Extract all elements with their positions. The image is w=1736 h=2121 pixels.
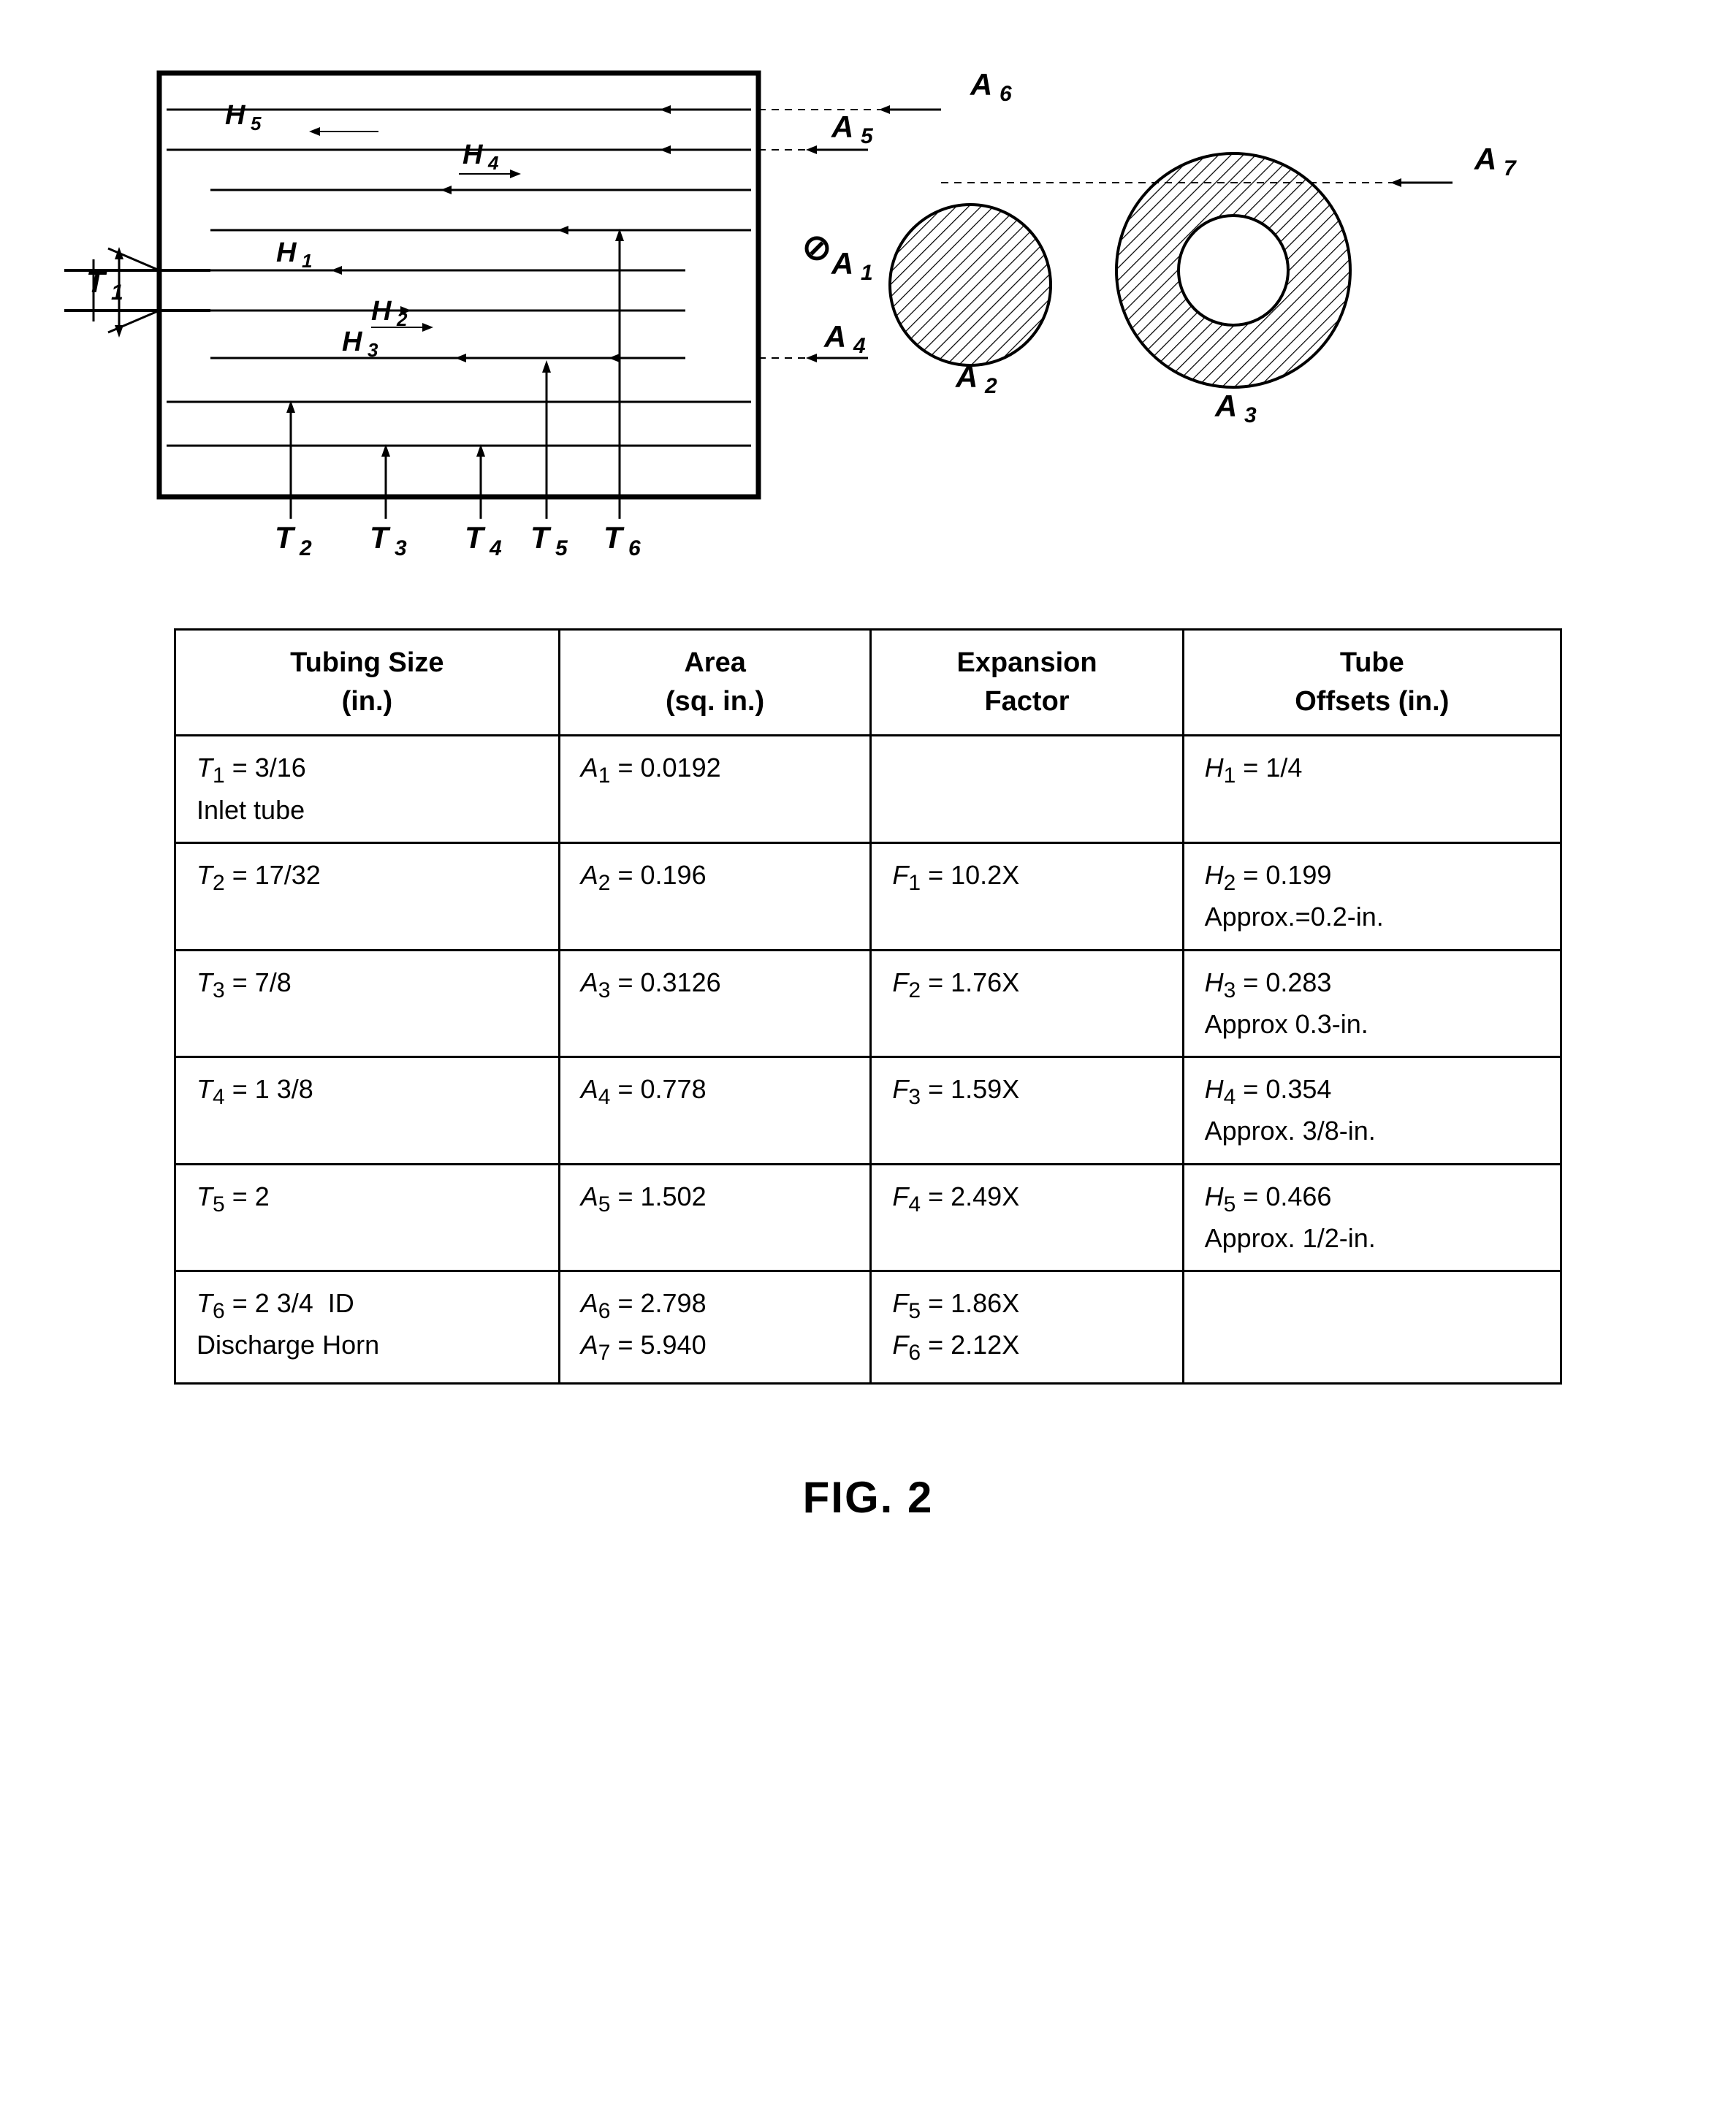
cell-offset-5: H5 = 0.466Approx. 1/2-in. bbox=[1183, 1164, 1561, 1271]
diagram-section: ⊘ A 6 bbox=[58, 44, 1678, 570]
cell-size-3: T3 = 7/8 bbox=[175, 950, 560, 1057]
cell-area-6: A6 = 2.798 A7 = 5.940 bbox=[559, 1271, 871, 1383]
svg-text:5: 5 bbox=[861, 124, 874, 148]
svg-text:T: T bbox=[465, 520, 486, 555]
data-table: Tubing Size(in.) Area(sq. in.) Expansion… bbox=[174, 628, 1562, 1385]
table-row: T2 = 17/32 A2 = 0.196 F1 = 10.2X H2 = 0.… bbox=[175, 842, 1561, 950]
svg-text:1: 1 bbox=[302, 250, 312, 272]
cell-size-5: T5 = 2 bbox=[175, 1164, 560, 1271]
svg-text:6: 6 bbox=[628, 536, 641, 560]
svg-text:3: 3 bbox=[395, 536, 407, 560]
cell-area-1: A1 = 0.0192 bbox=[559, 736, 871, 843]
cell-expansion-6: F5 = 1.86X F6 = 2.12X bbox=[871, 1271, 1183, 1383]
table-row: T4 = 1 3/8 A4 = 0.778 F3 = 1.59X H4 = 0.… bbox=[175, 1057, 1561, 1165]
diagram-wrapper: ⊘ A 6 bbox=[64, 44, 1672, 570]
cell-offset-2: H2 = 0.199Approx.=0.2-in. bbox=[1183, 842, 1561, 950]
cell-size-1: T1 = 3/16Inlet tube bbox=[175, 736, 560, 843]
cell-offset-6 bbox=[1183, 1271, 1561, 1383]
svg-text:A: A bbox=[1214, 389, 1237, 423]
cell-expansion-5: F4 = 2.49X bbox=[871, 1164, 1183, 1271]
col-header-area: Area(sq. in.) bbox=[559, 630, 871, 736]
svg-text:1: 1 bbox=[861, 261, 873, 285]
svg-text:A: A bbox=[955, 359, 978, 394]
cell-size-6: T6 = 2 3/4 IDDischarge Horn bbox=[175, 1271, 560, 1383]
svg-text:A: A bbox=[823, 319, 846, 354]
cell-expansion-3: F2 = 1.76X bbox=[871, 950, 1183, 1057]
svg-text:⊘: ⊘ bbox=[802, 229, 831, 267]
figure-label: FIG. 2 bbox=[803, 1472, 934, 1523]
svg-text:T: T bbox=[275, 520, 296, 555]
svg-text:3: 3 bbox=[1244, 403, 1257, 427]
svg-text:H: H bbox=[276, 237, 297, 268]
cell-offset-4: H4 = 0.354Approx. 3/8-in. bbox=[1183, 1057, 1561, 1165]
diagram-svg: ⊘ A 6 bbox=[64, 44, 1672, 570]
svg-text:T: T bbox=[604, 520, 625, 555]
svg-text:A: A bbox=[831, 110, 853, 144]
table-row: T1 = 3/16Inlet tube A1 = 0.0192 H1 = 1/4 bbox=[175, 736, 1561, 843]
svg-text:H: H bbox=[342, 327, 363, 357]
svg-text:H: H bbox=[371, 296, 392, 327]
svg-text:3: 3 bbox=[368, 339, 378, 361]
svg-text:2: 2 bbox=[984, 374, 997, 398]
svg-text:2: 2 bbox=[299, 536, 312, 560]
svg-text:4: 4 bbox=[853, 334, 866, 358]
table-row: T5 = 2 A5 = 1.502 F4 = 2.49X H5 = 0.466A… bbox=[175, 1164, 1561, 1271]
cell-size-2: T2 = 17/32 bbox=[175, 842, 560, 950]
svg-text:H: H bbox=[225, 100, 246, 131]
table-section: Tubing Size(in.) Area(sq. in.) Expansion… bbox=[174, 628, 1562, 1385]
svg-text:7: 7 bbox=[1504, 156, 1517, 180]
col-header-offset: TubeOffsets (in.) bbox=[1183, 630, 1561, 736]
svg-text:5: 5 bbox=[555, 536, 568, 560]
cell-expansion-4: F3 = 1.59X bbox=[871, 1057, 1183, 1165]
svg-text:T: T bbox=[86, 264, 107, 299]
cell-area-5: A5 = 1.502 bbox=[559, 1164, 871, 1271]
cell-size-4: T4 = 1 3/8 bbox=[175, 1057, 560, 1165]
cell-expansion-2: F1 = 10.2X bbox=[871, 842, 1183, 950]
table-row: T6 = 2 3/4 IDDischarge Horn A6 = 2.798 A… bbox=[175, 1271, 1561, 1383]
svg-text:6: 6 bbox=[1000, 82, 1012, 106]
col-header-size: Tubing Size(in.) bbox=[175, 630, 560, 736]
svg-text:H: H bbox=[462, 140, 484, 170]
cell-area-4: A4 = 0.778 bbox=[559, 1057, 871, 1165]
cell-area-2: A2 = 0.196 bbox=[559, 842, 871, 950]
svg-text:T: T bbox=[370, 520, 391, 555]
svg-text:A: A bbox=[831, 246, 853, 281]
svg-text:4: 4 bbox=[487, 152, 499, 174]
svg-text:2: 2 bbox=[396, 308, 408, 330]
svg-text:T: T bbox=[530, 520, 552, 555]
cell-offset-3: H3 = 0.283Approx 0.3-in. bbox=[1183, 950, 1561, 1057]
cell-area-3: A3 = 0.3126 bbox=[559, 950, 871, 1057]
table-row: T3 = 7/8 A3 = 0.3126 F2 = 1.76X H3 = 0.2… bbox=[175, 950, 1561, 1057]
svg-text:1: 1 bbox=[111, 281, 123, 305]
svg-text:4: 4 bbox=[489, 536, 502, 560]
svg-text:5: 5 bbox=[251, 113, 262, 134]
svg-text:A: A bbox=[970, 67, 992, 102]
svg-text:A: A bbox=[1474, 142, 1496, 176]
col-header-expansion: ExpansionFactor bbox=[871, 630, 1183, 736]
cell-offset-1: H1 = 1/4 bbox=[1183, 736, 1561, 843]
cell-expansion-1 bbox=[871, 736, 1183, 843]
